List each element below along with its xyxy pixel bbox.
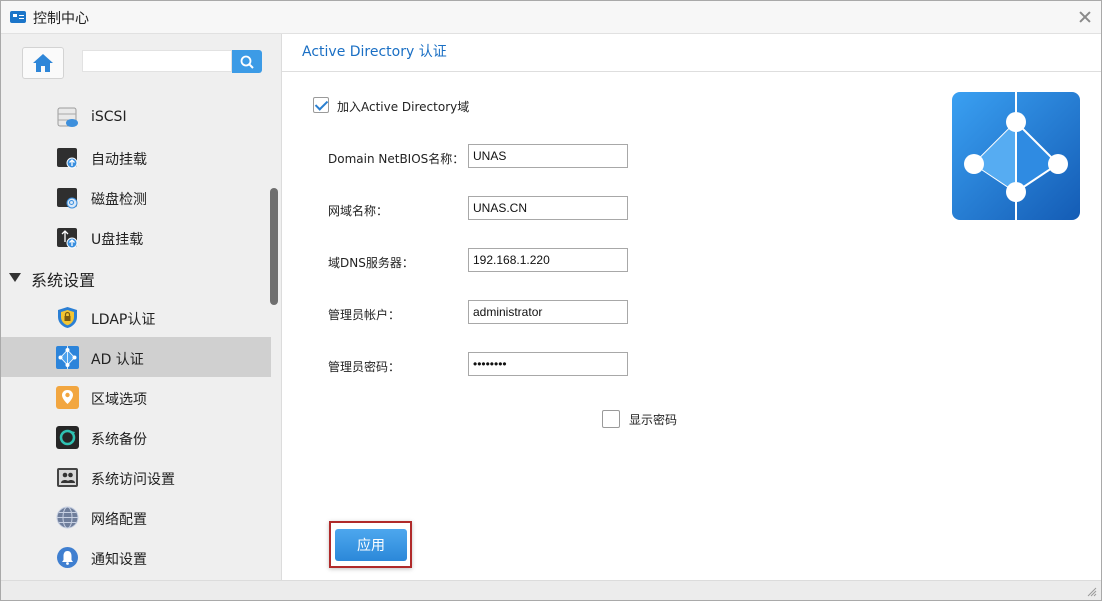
active-directory-logo [952, 92, 1080, 220]
sidebar-item-backup[interactable]: 系统备份 [1, 417, 271, 457]
iscsi-icon [57, 107, 78, 127]
join-domain-label: 加入Active Directory域 [337, 100, 470, 114]
ldap-shield-icon [58, 307, 77, 328]
admin-password-input[interactable] [468, 352, 628, 376]
sidebar-item-label: LDAP认证 [91, 312, 156, 328]
control-center-window: 控制中心 iSCSI 自动挂载 磁盘检测 U盘挂载 系统设置 LDAP认证 AD… [0, 0, 1102, 601]
region-icon [56, 386, 79, 409]
control-center-icon [10, 11, 26, 23]
sidebar-item-iscsi[interactable]: iSCSI [1, 97, 271, 137]
sidebar-item-auto-mount[interactable]: 自动挂载 [1, 137, 271, 177]
sidebar-item-label: 自动挂载 [91, 152, 147, 168]
sidebar-item-label: iSCSI [91, 109, 127, 125]
show-password-label: 显示密码 [629, 413, 678, 427]
sidebar-section-system-settings[interactable]: 系统设置 [1, 257, 271, 297]
sidebar-item-label: 区域选项 [91, 392, 147, 408]
ad-icon [56, 346, 79, 369]
sidebar-item-label: 通知设置 [91, 552, 147, 568]
netbios-input[interactable] [468, 144, 628, 168]
sidebar-item-label: 系统备份 [91, 432, 147, 448]
sidebar-item-label: 磁盘检测 [91, 192, 147, 208]
admin-account-label: 管理员帐户： [328, 308, 401, 322]
access-icon [57, 468, 78, 487]
sidebar-item-region[interactable]: 区域选项 [1, 377, 271, 417]
close-icon[interactable] [1079, 11, 1091, 23]
dns-server-input[interactable] [468, 248, 628, 272]
sidebar-item-label: 网络配置 [91, 512, 147, 528]
search-icon [240, 55, 254, 69]
home-button[interactable] [22, 47, 64, 79]
domain-name-input[interactable] [468, 196, 628, 220]
content-header: Active Directory 认证 [282, 34, 1101, 72]
admin-password-label: 管理员密码： [328, 360, 401, 374]
title-bar: 控制中心 [1, 1, 1101, 34]
disk-check-icon [57, 188, 78, 209]
window-title: 控制中心 [33, 11, 89, 27]
ad-settings-panel: Active Directory 认证 加入Active Directory域 … [282, 34, 1101, 580]
show-password-checkbox[interactable] [602, 410, 620, 428]
dns-server-label: 域DNS服务器： [328, 256, 414, 270]
usb-mount-icon [57, 228, 78, 249]
sidebar-nav: iSCSI 自动挂载 磁盘检测 U盘挂载 系统设置 LDAP认证 AD 认证 区… [1, 97, 271, 577]
status-bar [1, 580, 1101, 600]
sidebar-item-network[interactable]: 网络配置 [1, 497, 271, 537]
sidebar-item-label: AD 认证 [91, 352, 144, 368]
page-title: Active Directory 认证 [302, 44, 447, 60]
section-label: 系统设置 [31, 271, 96, 290]
sidebar-item-notification[interactable]: 通知设置 [1, 537, 271, 577]
domain-name-label: 网域名称： [328, 204, 389, 218]
search-button[interactable] [232, 50, 262, 73]
home-icon [33, 54, 53, 72]
sidebar-item-label: 系统访问设置 [91, 472, 175, 488]
netbios-label: Domain NetBIOS名称： [328, 152, 465, 166]
caret-down-icon [9, 273, 21, 282]
notification-icon [57, 547, 78, 568]
sidebar-item-ldap[interactable]: LDAP认证 [1, 297, 271, 337]
sidebar: iSCSI 自动挂载 磁盘检测 U盘挂载 系统设置 LDAP认证 AD 认证 区… [1, 34, 282, 580]
sidebar-item-usb-mount[interactable]: U盘挂载 [1, 217, 271, 257]
backup-icon [56, 426, 79, 449]
sidebar-item-disk-check[interactable]: 磁盘检测 [1, 177, 271, 217]
auto-mount-icon [57, 148, 78, 169]
search-input[interactable] [82, 50, 232, 72]
admin-account-input[interactable] [468, 300, 628, 324]
join-domain-checkbox[interactable] [313, 97, 329, 113]
sidebar-item-label: U盘挂载 [91, 232, 144, 248]
apply-button[interactable]: 应用 [335, 529, 407, 561]
network-icon [56, 506, 79, 529]
sidebar-scrollbar[interactable] [270, 188, 278, 305]
resize-grip-icon[interactable] [1087, 587, 1097, 597]
sidebar-item-access[interactable]: 系统访问设置 [1, 457, 271, 497]
sidebar-item-ad-auth[interactable]: AD 认证 [1, 337, 271, 377]
